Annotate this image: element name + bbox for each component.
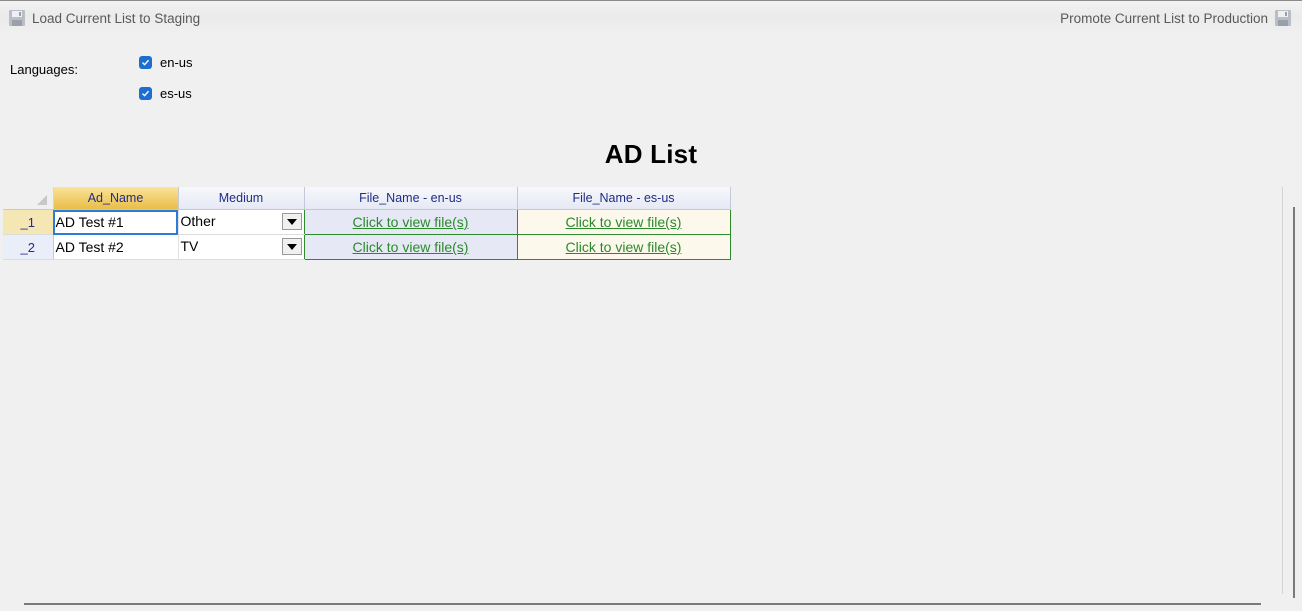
load-to-staging-label: Load Current List to Staging bbox=[32, 10, 201, 26]
vertical-scrollbar[interactable] bbox=[1293, 207, 1295, 598]
language-label-en-us: en-us bbox=[160, 55, 193, 70]
row-number[interactable]: _2 bbox=[3, 234, 54, 260]
view-files-link[interactable]: Click to view file(s) bbox=[353, 239, 469, 255]
view-files-link[interactable]: Click to view file(s) bbox=[566, 239, 682, 255]
language-checkbox-en-us[interactable]: en-us bbox=[139, 55, 193, 70]
window: Load Current List to Staging Promote Cur… bbox=[0, 0, 1302, 611]
load-to-staging-button[interactable]: Load Current List to Staging bbox=[8, 8, 200, 28]
medium-dropdown[interactable]: TV bbox=[178, 234, 304, 260]
column-header-file-es-us[interactable]: File_Name - es-us bbox=[517, 187, 731, 210]
ad-list-grid: Ad_Name Medium File_Name - en-us File_Na… bbox=[3, 187, 731, 260]
table-row: _1 AD Test #1 Other Click to view file(s… bbox=[3, 209, 731, 235]
ad-name-cell[interactable]: AD Test #1 bbox=[53, 209, 179, 235]
medium-value: Other bbox=[180, 213, 216, 229]
toolbar: Load Current List to Staging Promote Cur… bbox=[0, 1, 1302, 35]
language-checkbox-es-us[interactable]: es-us bbox=[139, 86, 192, 101]
page-title: AD List bbox=[604, 139, 698, 169]
languages-label: Languages: bbox=[10, 62, 78, 77]
medium-value: TV bbox=[180, 238, 199, 254]
medium-dropdown[interactable]: Other bbox=[178, 209, 304, 235]
language-label-es-us: es-us bbox=[160, 86, 192, 101]
chevron-down-icon[interactable] bbox=[281, 238, 302, 255]
select-all-corner[interactable] bbox=[3, 187, 54, 210]
file-cell-en-us: Click to view file(s) bbox=[303, 209, 518, 235]
table-row: _2 AD Test #2 TV Click to view file(s) C… bbox=[3, 234, 731, 260]
file-cell-es-us: Click to view file(s) bbox=[516, 234, 731, 260]
ad-name-cell[interactable]: AD Test #2 bbox=[53, 234, 179, 260]
column-header-file-en-us[interactable]: File_Name - en-us bbox=[304, 187, 518, 210]
row-number[interactable]: _1 bbox=[3, 209, 54, 235]
promote-to-production-button[interactable]: Promote Current List to Production bbox=[1060, 8, 1292, 28]
view-files-link[interactable]: Click to view file(s) bbox=[566, 214, 682, 230]
view-files-link[interactable]: Click to view file(s) bbox=[353, 214, 469, 230]
column-header-medium[interactable]: Medium bbox=[178, 187, 305, 210]
promote-to-production-label: Promote Current List to Production bbox=[1060, 10, 1268, 26]
file-cell-en-us: Click to view file(s) bbox=[303, 234, 518, 260]
floppy-disk-icon bbox=[1274, 9, 1292, 27]
file-cell-es-us: Click to view file(s) bbox=[516, 209, 731, 235]
checkbox-checked-icon[interactable] bbox=[139, 56, 152, 69]
column-header-ad-name[interactable]: Ad_Name bbox=[53, 187, 179, 210]
floppy-disk-icon bbox=[8, 9, 26, 27]
horizontal-scrollbar[interactable] bbox=[24, 603, 1261, 605]
chevron-down-icon[interactable] bbox=[281, 213, 302, 230]
vertical-scroll-track bbox=[1282, 187, 1283, 594]
checkbox-checked-icon[interactable] bbox=[139, 87, 152, 100]
